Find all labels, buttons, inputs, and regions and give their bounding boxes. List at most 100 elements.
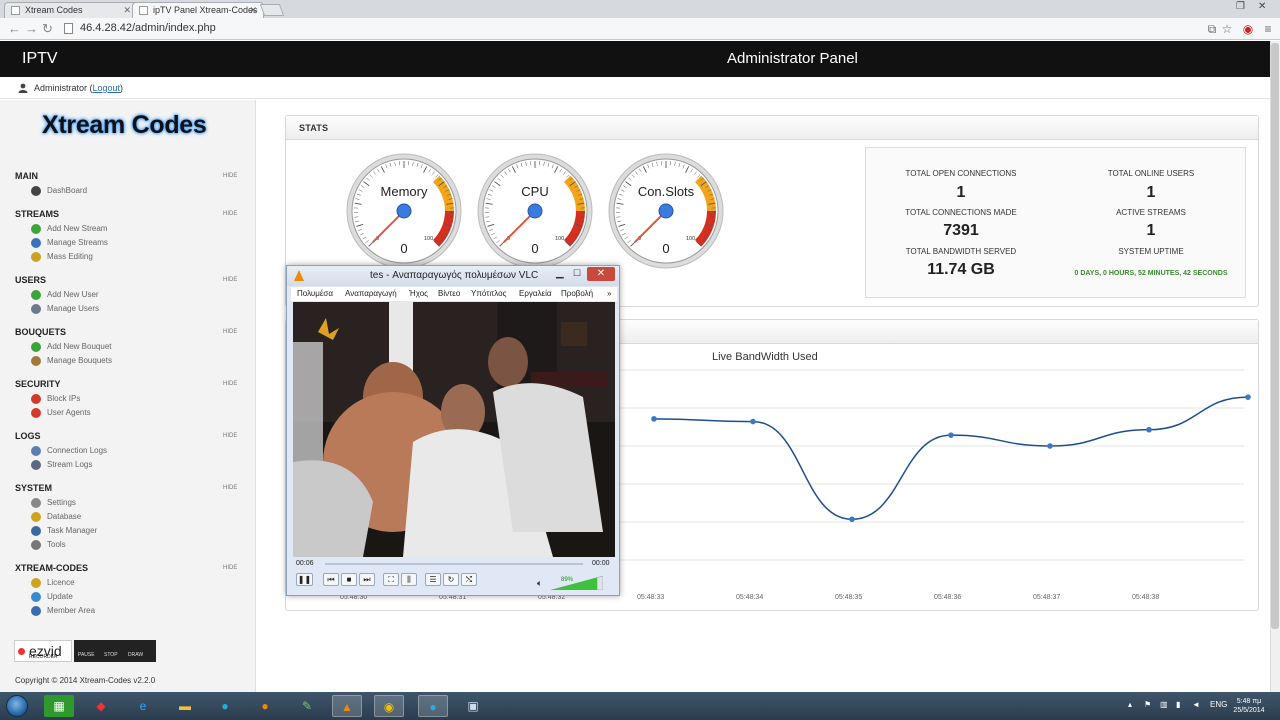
- tray-flag-icon[interactable]: ⚑: [1144, 700, 1151, 709]
- firefox-taskbar-icon[interactable]: ●: [250, 695, 280, 717]
- sidebar-item-update[interactable]: Update: [31, 591, 231, 603]
- vlc-playlist-button[interactable]: ☰: [425, 573, 441, 586]
- sidebar-item-mass-editing[interactable]: Mass Editing: [31, 251, 231, 263]
- close-tab-icon[interactable]: ✕: [123, 3, 131, 17]
- brand-link[interactable]: IPTV: [22, 50, 58, 68]
- sidebar-item-block-ips[interactable]: Block IPs: [31, 393, 231, 405]
- notepad-taskbar-icon[interactable]: ✎: [292, 695, 322, 717]
- sidebar-item-user-agents[interactable]: User Agents: [31, 407, 231, 419]
- browser-tab-iptv-panel[interactable]: ipTV Panel Xtream-Codes ✕: [132, 2, 264, 18]
- vlc-loop-button[interactable]: ↻: [443, 573, 459, 586]
- close-icon[interactable]: ✕: [587, 267, 615, 281]
- vlc-taskbar-icon[interactable]: ▲: [332, 695, 362, 717]
- sidebar-item-database[interactable]: Database: [31, 511, 231, 523]
- vlc-menu-playback[interactable]: Αναπαραγωγή: [345, 289, 397, 298]
- logout-link[interactable]: Logout: [93, 83, 121, 93]
- vlc-extended-settings-button[interactable]: ⫼: [401, 573, 417, 586]
- page-scrollbar-thumb[interactable]: [1271, 43, 1279, 629]
- hide-system-toggle[interactable]: HIDE: [223, 485, 237, 491]
- new-tab-button[interactable]: [259, 4, 285, 16]
- vlc-seek-bar[interactable]: [325, 563, 583, 565]
- sidebar-item-licence[interactable]: Licence: [31, 577, 231, 589]
- sidebar-item-tools[interactable]: Tools: [31, 539, 231, 551]
- browser-tab-xtream-codes[interactable]: Xtream Codes ✕: [4, 2, 138, 18]
- speaker-icon[interactable]: 🔈︎: [537, 578, 542, 589]
- vlc-menu-video[interactable]: Βίντεο: [438, 289, 460, 298]
- vlc-menu-more[interactable]: »: [607, 289, 611, 298]
- restore-window-icon[interactable]: ❐: [1236, 1, 1245, 12]
- vlc-fullscreen-button[interactable]: ⛶: [383, 573, 399, 586]
- vlc-menu-view[interactable]: Προβολή: [561, 289, 593, 298]
- hide-users-toggle[interactable]: HIDE: [223, 277, 237, 283]
- internet-explorer-taskbar-icon[interactable]: e: [128, 695, 158, 717]
- hide-main-toggle[interactable]: HIDE: [223, 173, 237, 179]
- sidebar-item-manage-users[interactable]: Manage Users: [31, 303, 231, 315]
- bookmark-star-icon[interactable]: ☆: [1220, 22, 1234, 36]
- sidebar-item-manage-bouquets[interactable]: Manage Bouquets: [31, 355, 231, 367]
- vlc-stop-button[interactable]: ■: [341, 573, 357, 586]
- acrobat-taskbar-icon[interactable]: ◆: [86, 695, 116, 717]
- hide-bouquets-toggle[interactable]: HIDE: [223, 329, 237, 335]
- extension-icon[interactable]: ◉: [1241, 22, 1255, 36]
- hide-logs-toggle[interactable]: HIDE: [223, 433, 237, 439]
- sidebar-item-stream-logs[interactable]: Stream Logs: [31, 459, 231, 471]
- start-button[interactable]: [6, 695, 28, 717]
- excel-taskbar-icon[interactable]: ▦: [44, 695, 74, 717]
- bandwidth-data-point[interactable]: [1245, 394, 1251, 400]
- vlc-menu-media[interactable]: Πολυμέσα: [297, 289, 333, 298]
- chrome-taskbar-icon[interactable]: ◉: [374, 695, 404, 717]
- tray-signal-icon[interactable]: ▮: [1176, 700, 1180, 709]
- sidebar-item-dashboard[interactable]: DashBoard: [31, 185, 231, 197]
- sidebar-item-connection-logs[interactable]: Connection Logs: [31, 445, 231, 457]
- vlc-pause-button[interactable]: ❚❚: [296, 573, 313, 586]
- system-clock[interactable]: 5:48 πμ 25/5/2014: [1229, 697, 1269, 715]
- draw-button[interactable]: DRAW: [128, 652, 143, 658]
- tray-arrow-icon[interactable]: ▴: [1128, 700, 1132, 709]
- vlc-menu-audio[interactable]: Ήχος: [409, 289, 428, 298]
- address-bar[interactable]: 46.4.28.42/admin/index.php: [60, 20, 1240, 38]
- bandwidth-data-point[interactable]: [651, 416, 657, 422]
- bandwidth-data-point[interactable]: [849, 516, 855, 523]
- tray-volume-icon[interactable]: ◄: [1192, 700, 1200, 709]
- bandwidth-data-point[interactable]: [1047, 443, 1053, 449]
- close-tab-icon[interactable]: ✕: [249, 3, 257, 17]
- sidebar-item-add-new-stream[interactable]: Add New Stream: [31, 223, 231, 235]
- minimize-icon[interactable]: ▁: [556, 268, 564, 279]
- bandwidth-data-point[interactable]: [750, 418, 756, 425]
- back-arrow-icon[interactable]: ←: [8, 21, 21, 36]
- vlc-titlebar[interactable]: tes - Αναπαραγωγός πολυμέσων VLC ▁ ☐ ✕: [287, 266, 619, 286]
- pause-recording-button[interactable]: PAUSE: [78, 652, 95, 658]
- file-explorer-taskbar-icon[interactable]: ▬: [170, 695, 200, 717]
- translate-icon[interactable]: ⧉: [1205, 22, 1219, 36]
- maximize-icon[interactable]: ☐: [573, 268, 581, 279]
- skype-active-taskbar-icon[interactable]: ●: [418, 695, 448, 717]
- sidebar-item-member-area[interactable]: Member Area: [31, 605, 231, 617]
- hide-security-toggle[interactable]: HIDE: [223, 381, 237, 387]
- vlc-next-button[interactable]: ⏭: [359, 573, 375, 586]
- sidebar-item-add-new-user[interactable]: Add New User: [31, 289, 231, 301]
- sidebar-item-add-new-bouquet[interactable]: Add New Bouquet: [31, 341, 231, 353]
- sidebar-item-settings[interactable]: Settings: [31, 497, 231, 509]
- bandwidth-data-point[interactable]: [948, 432, 954, 438]
- language-indicator[interactable]: ENG: [1210, 700, 1227, 709]
- vlc-menu-subtitle[interactable]: Υπότιτλος: [471, 289, 506, 298]
- stop-recording-button[interactable]: STOP: [104, 652, 118, 658]
- network-app-taskbar-icon[interactable]: ▣: [458, 695, 488, 717]
- vlc-previous-button[interactable]: ⏮: [323, 573, 339, 586]
- sidebar-item-manage-streams[interactable]: Manage Streams: [31, 237, 231, 249]
- reload-icon[interactable]: ↻: [42, 21, 53, 37]
- close-window-icon[interactable]: ✕: [1258, 1, 1266, 12]
- skype-taskbar-icon[interactable]: ●: [210, 695, 240, 717]
- vlc-menu-tools[interactable]: Εργαλεία: [519, 289, 551, 298]
- vlc-video-frame[interactable]: [293, 302, 615, 557]
- hide-streams-toggle[interactable]: HIDE: [223, 211, 237, 217]
- bandwidth-data-point[interactable]: [1146, 426, 1152, 433]
- vlc-shuffle-button[interactable]: ⤭: [461, 573, 477, 586]
- forward-arrow-icon[interactable]: →: [25, 21, 38, 36]
- vlc-window[interactable]: tes - Αναπαραγωγός πολυμέσων VLC ▁ ☐ ✕ Π…: [286, 265, 620, 596]
- tray-network-icon[interactable]: ▥: [1160, 700, 1168, 709]
- vlc-volume-slider[interactable]: [551, 576, 603, 590]
- menu-icon[interactable]: ≡: [1261, 22, 1275, 36]
- hide-xtream-codes-toggle[interactable]: HIDE: [223, 565, 237, 571]
- sidebar-item-task-manager[interactable]: Task Manager: [31, 525, 231, 537]
